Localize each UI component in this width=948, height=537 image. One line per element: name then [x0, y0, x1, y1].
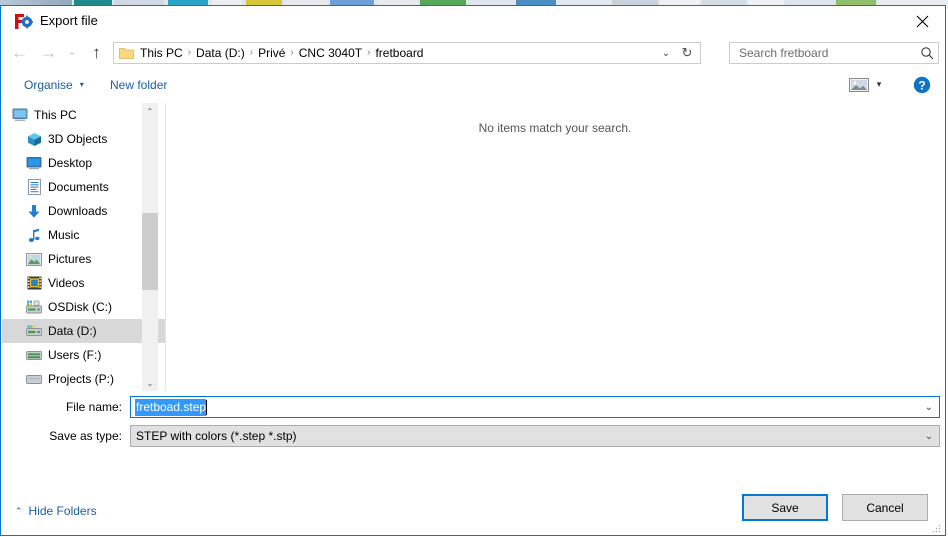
- refresh-icon[interactable]: ↻: [676, 43, 698, 63]
- chevron-down-icon[interactable]: ⌄: [920, 397, 938, 417]
- organise-button[interactable]: Organise ▾: [19, 74, 89, 95]
- drive-icon: [26, 347, 42, 363]
- organise-label: Organise: [24, 77, 73, 92]
- monitor-icon: [12, 107, 28, 123]
- new-folder-button[interactable]: New folder: [104, 74, 173, 95]
- navigation-pane[interactable]: This PC 3D Objects Desktop Documents Dow…: [2, 103, 166, 391]
- up-icon[interactable]: ↑: [83, 37, 110, 68]
- command-bar: Organise ▾ New folder ▾ ?: [1, 68, 945, 101]
- scroll-up-icon[interactable]: ⌃: [142, 103, 158, 119]
- sidebar-item-label: Desktop: [48, 156, 93, 170]
- hide-folders-button[interactable]: ⌃ Hide Folders: [15, 501, 97, 521]
- dialog-footer: ⌃ Hide Folders Save Cancel: [2, 494, 944, 535]
- document-icon: [26, 179, 42, 195]
- sidebar-item-label: Downloads: [48, 204, 108, 218]
- sidebar-item-label: 3D Objects: [48, 132, 108, 146]
- chevron-down-icon[interactable]: ⌄: [920, 426, 938, 446]
- window-title: Export file: [40, 13, 98, 28]
- back-icon[interactable]: ←: [6, 37, 33, 68]
- text-caret: [206, 399, 208, 415]
- view-chevron-down-icon[interactable]: ▾: [870, 74, 888, 95]
- title-bar[interactable]: Export file: [1, 6, 945, 37]
- sidebar-item-label: Data (D:): [48, 324, 97, 338]
- export-file-dialog: Export file ← → ⌄ ↑ This PC › Data (D:) …: [0, 5, 946, 536]
- search-box[interactable]: [729, 42, 939, 64]
- breadcrumb-item-4[interactable]: fretboard: [371, 43, 427, 63]
- sidebar-item-label: This PC: [34, 108, 77, 122]
- sidebar-item-label: Users (F:): [48, 348, 102, 362]
- freecad-icon: [14, 13, 34, 30]
- change-view-icon[interactable]: [846, 74, 872, 95]
- download-icon: [26, 203, 42, 219]
- sidebar-item-label: Music: [48, 228, 80, 242]
- sidebar-scrollbar[interactable]: ⌃ ⌄: [142, 103, 158, 391]
- sidebar-item-label: Videos: [48, 276, 85, 290]
- search-input[interactable]: [737, 45, 916, 61]
- save-as-type-label: Save as type:: [49, 429, 122, 443]
- recent-locations-icon[interactable]: ⌄: [62, 37, 82, 68]
- chevron-down-icon: ▾: [79, 80, 84, 89]
- cube-icon: [26, 131, 42, 147]
- picture-icon: [26, 251, 42, 267]
- navigation-bar: ← → ⌄ ↑ This PC › Data (D:) › Privé › CN…: [1, 37, 945, 68]
- breadcrumb-item-2[interactable]: Privé: [254, 43, 289, 63]
- file-name-input[interactable]: fretboad.step ⌄: [130, 396, 940, 418]
- sidebar-item-label: OSDisk (C:): [48, 300, 112, 314]
- music-note-icon: [26, 227, 42, 243]
- scroll-down-icon[interactable]: ⌄: [142, 375, 158, 391]
- search-icon[interactable]: [916, 46, 938, 60]
- save-as-type-select[interactable]: STEP with colors (*.step *.stp) ⌄: [130, 425, 940, 447]
- hide-folders-label: Hide Folders: [28, 504, 97, 518]
- sidebar-item-label: Documents: [48, 180, 109, 194]
- save-as-type-value: STEP with colors (*.step *.stp): [136, 429, 297, 443]
- chevron-up-icon: ⌃: [15, 505, 23, 516]
- dialog-body: This PC 3D Objects Desktop Documents Dow…: [2, 103, 944, 391]
- chevron-down-icon[interactable]: ⌄: [656, 43, 676, 63]
- sidebar-item-label: Projects (P:): [48, 372, 115, 386]
- resize-grip[interactable]: [930, 522, 942, 534]
- video-icon: [26, 275, 42, 291]
- file-list-pane[interactable]: No items match your search.: [166, 103, 944, 391]
- folder-icon: [119, 47, 134, 60]
- file-name-label: File name:: [65, 400, 122, 414]
- empty-state-message: No items match your search.: [478, 121, 632, 135]
- sidebar-item-label: Pictures: [48, 252, 92, 266]
- drive-icon: [26, 371, 42, 387]
- file-form: File name: fretboad.step ⌄ Save as type:…: [2, 391, 944, 457]
- svg-text:?: ?: [918, 78, 925, 92]
- close-button[interactable]: [899, 6, 945, 36]
- breadcrumb-item-0[interactable]: This PC: [136, 43, 187, 63]
- windows-drive-icon: [26, 299, 42, 315]
- drive-icon: [26, 323, 42, 339]
- scrollbar-thumb[interactable]: [142, 213, 158, 290]
- desktop-icon: [26, 155, 42, 171]
- new-folder-label: New folder: [110, 77, 168, 92]
- breadcrumb-item-1[interactable]: Data (D:): [192, 43, 249, 63]
- save-button[interactable]: Save: [742, 494, 828, 521]
- forward-icon[interactable]: →: [35, 37, 62, 68]
- address-bar[interactable]: This PC › Data (D:) › Privé › CNC 3040T …: [113, 42, 701, 64]
- file-name-value: fretboad.step: [135, 398, 207, 416]
- help-icon[interactable]: ?: [911, 74, 933, 95]
- breadcrumb-item-3[interactable]: CNC 3040T: [295, 43, 366, 63]
- cancel-button[interactable]: Cancel: [842, 494, 928, 521]
